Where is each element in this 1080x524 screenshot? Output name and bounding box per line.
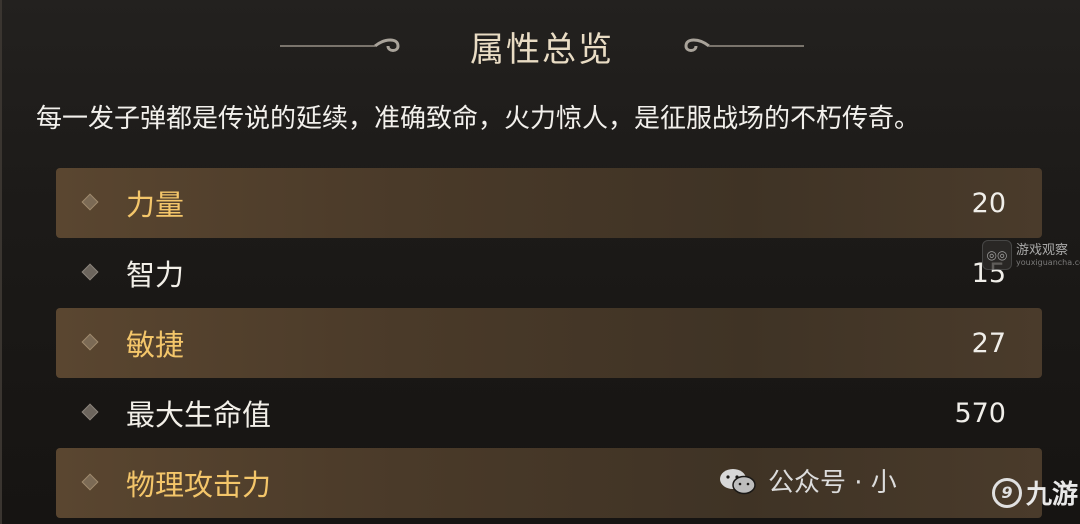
stat-row-intelligence: 智力 15	[56, 238, 1042, 308]
diamond-bullet-icon	[81, 403, 99, 421]
diamond-bullet-icon	[81, 333, 99, 351]
site-watermark-name: 游戏观察	[1016, 242, 1069, 258]
brand-watermark-text: 九游	[1026, 480, 1079, 510]
stat-value: 570	[954, 397, 1006, 429]
jiuyou-logo-icon: 9	[992, 477, 1022, 508]
panel-title: 属性总览	[470, 29, 614, 70]
stat-label: 物理攻击力	[126, 468, 272, 502]
brand-watermark: 9 九游	[992, 474, 1078, 511]
stat-label: 智力	[126, 258, 185, 292]
left-ornament-icon	[280, 38, 400, 52]
right-ornament-icon	[684, 38, 804, 52]
stat-row-max-hp: 最大生命值 570	[56, 378, 1042, 448]
wechat-watermark-text: 公众号 · 小	[768, 468, 897, 498]
stat-value: 27	[971, 327, 1006, 359]
stat-row-strength: 力量 20	[56, 168, 1042, 238]
stat-label: 最大生命值	[126, 398, 272, 432]
attribute-overview-panel: 属性总览 每一发子弹都是传说的延续，准确致命，火力惊人，是征服战场的不朽传奇。 …	[0, 0, 1080, 524]
glasses-icon: ◎◎	[982, 240, 1012, 270]
wechat-watermark: 公众号 · 小	[718, 462, 897, 499]
diamond-bullet-icon	[81, 263, 99, 281]
stat-label: 力量	[126, 188, 185, 222]
item-description: 每一发子弹都是传说的延续，准确致命，火力惊人，是征服战场的不朽传奇。	[36, 104, 921, 134]
diamond-bullet-icon	[81, 473, 99, 491]
wechat-icon	[720, 468, 756, 494]
title-row: 属性总览	[2, 18, 1080, 74]
diamond-bullet-icon	[81, 193, 99, 211]
stat-value: 20	[971, 187, 1006, 219]
site-watermark-url: youxiguancha.com	[1016, 257, 1080, 267]
stat-label: 敏捷	[126, 328, 185, 362]
site-watermark: ◎◎ 游戏观察 youxiguancha.com	[982, 240, 1080, 270]
stat-row-agility: 敏捷 27	[56, 308, 1042, 378]
